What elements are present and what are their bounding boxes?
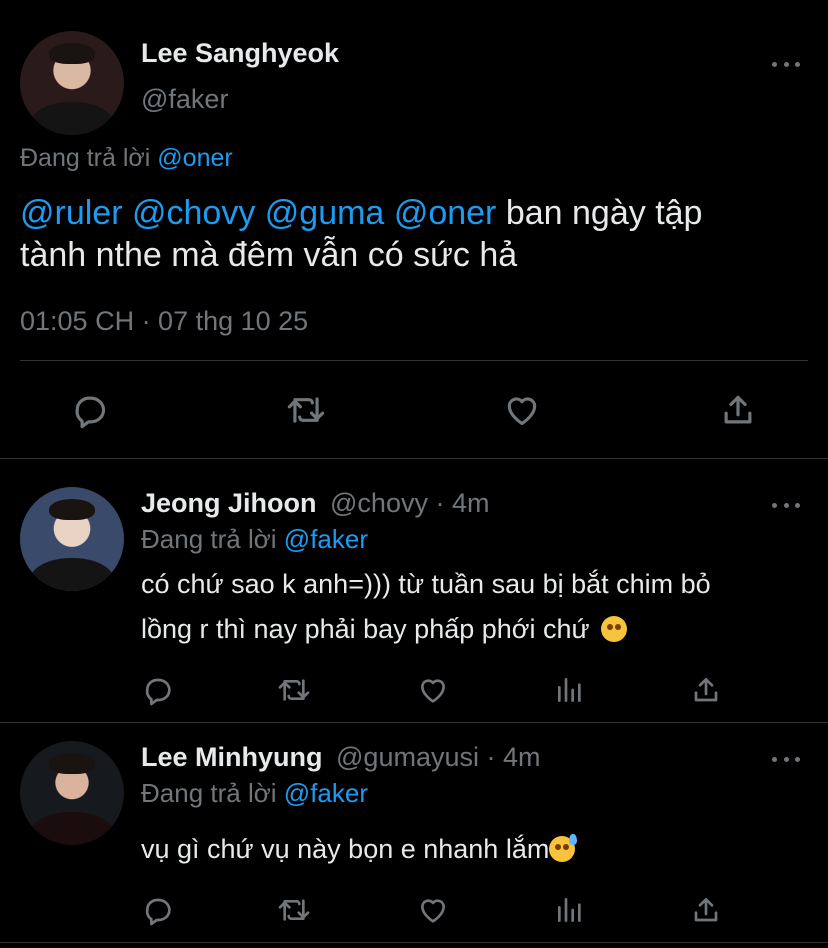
like-icon xyxy=(421,679,445,703)
more-options-icon[interactable] xyxy=(772,755,800,763)
reply-replying-line: Đang trả lời @faker xyxy=(141,778,368,809)
retweet-button[interactable] xyxy=(274,672,314,708)
views-button[interactable] xyxy=(552,892,588,928)
reply-time[interactable]: · 4m xyxy=(435,488,489,518)
reply-display-name[interactable]: Jeong Jihoon xyxy=(141,488,317,518)
reply-button[interactable] xyxy=(140,892,176,928)
reply-text-line2: lồng r thì nay phải bay phấp phới chứ xyxy=(141,614,628,645)
share-button[interactable] xyxy=(714,386,762,434)
mention-oner[interactable]: @oner xyxy=(394,194,497,232)
reply-header: Lee Minhyung @gumayusi · 4m xyxy=(141,742,541,773)
share-icon xyxy=(694,898,718,922)
retweet-button[interactable] xyxy=(274,892,314,928)
replying-to-link[interactable]: @oner xyxy=(157,144,232,172)
share-button[interactable] xyxy=(688,672,724,708)
replying-prefix: Đang trả lời xyxy=(20,144,151,172)
retweet-icon xyxy=(278,899,310,921)
share-icon xyxy=(724,395,752,424)
reply-text: lồng r thì nay phải bay phấp phới chứ xyxy=(141,614,590,644)
like-button[interactable] xyxy=(497,386,547,434)
views-button[interactable] xyxy=(552,672,588,708)
reply-icon xyxy=(145,678,171,706)
reply-header: Jeong Jihoon @chovy · 4m xyxy=(141,488,489,519)
tweet-text: ban ngày tập xyxy=(505,194,703,232)
replying-to-link[interactable]: @faker xyxy=(284,524,368,554)
reply-icon xyxy=(145,898,171,926)
main-replying-line: Đang trả lời @oner xyxy=(20,144,233,173)
divider xyxy=(0,458,828,459)
retweet-icon xyxy=(278,679,310,701)
share-icon xyxy=(694,678,718,702)
avatar-gumayusi[interactable] xyxy=(20,741,124,845)
reply-replying-line: Đang trả lời @faker xyxy=(141,524,368,555)
main-tweet-text-line2: tành nthe mà đêm vẫn có sức hả xyxy=(20,236,518,274)
main-display-name[interactable]: Lee Sanghyeok xyxy=(141,38,339,69)
reply-time[interactable]: · 4m xyxy=(487,742,541,772)
like-button[interactable] xyxy=(414,892,452,928)
divider xyxy=(20,360,808,361)
retweet-button[interactable] xyxy=(280,386,332,434)
mention-guma[interactable]: @guma xyxy=(265,194,385,232)
retweet-icon xyxy=(287,397,325,423)
views-icon xyxy=(558,898,581,922)
reply-text: vụ gì chứ vụ này bọn e nhanh lắm xyxy=(141,834,550,864)
mention-chovy[interactable]: @chovy xyxy=(132,194,255,232)
replying-prefix: Đang trả lời xyxy=(141,778,277,808)
avatar-faker[interactable] xyxy=(20,31,124,135)
share-button[interactable] xyxy=(688,892,724,928)
reply-icon xyxy=(75,396,106,429)
star-struck-emoji-icon xyxy=(601,616,628,642)
like-icon xyxy=(507,397,537,426)
reply-text-line1: có chứ sao k anh=))) từ tuần sau bị bắt … xyxy=(141,569,711,599)
reply-button[interactable] xyxy=(66,386,114,434)
like-icon xyxy=(421,899,445,923)
replying-to-link[interactable]: @faker xyxy=(284,778,368,808)
main-timestamp[interactable]: 01:05 CH · 07 thg 10 25 xyxy=(20,306,308,337)
views-icon xyxy=(558,678,581,702)
reply-handle[interactable]: @gumayusi xyxy=(336,742,479,772)
main-handle[interactable]: @faker xyxy=(141,84,228,115)
reply-display-name[interactable]: Lee Minhyung xyxy=(141,742,323,772)
reply-text-line1: vụ gì chứ vụ này bọn e nhanh lắm xyxy=(141,834,578,865)
more-options-icon[interactable] xyxy=(772,60,800,68)
reply-handle[interactable]: @chovy xyxy=(330,488,428,518)
main-tweet-text-line1: @ruler @chovy @guma @oner ban ngày tập xyxy=(20,194,702,233)
mention-ruler[interactable]: @ruler xyxy=(20,194,123,232)
divider xyxy=(0,942,828,943)
replying-prefix: Đang trả lời xyxy=(141,524,277,554)
divider xyxy=(0,722,828,723)
like-button[interactable] xyxy=(414,672,452,708)
reply-button[interactable] xyxy=(140,672,176,708)
downcast-sweat-emoji-icon xyxy=(549,834,578,862)
more-options-icon[interactable] xyxy=(772,501,800,509)
avatar-chovy[interactable] xyxy=(20,487,124,591)
